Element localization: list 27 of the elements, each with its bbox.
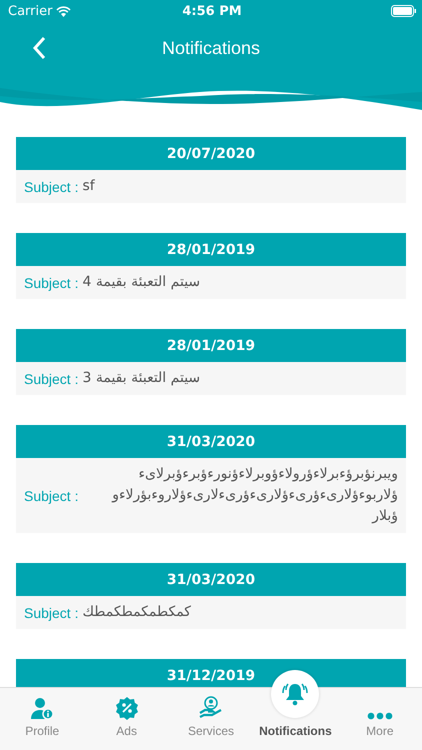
more-icon xyxy=(366,712,393,720)
notification-body[interactable]: Subject : sf xyxy=(16,170,406,203)
back-button[interactable] xyxy=(30,34,48,62)
hand-person-icon xyxy=(198,696,224,720)
percent-badge-icon xyxy=(114,696,139,720)
subject-text: سيتم التعبئة بقيمة 3 xyxy=(82,369,200,388)
subject-label: Subject : xyxy=(24,604,78,620)
date-header: 20/07/2020 xyxy=(16,137,406,170)
screen-title: Notifications xyxy=(162,38,260,58)
subject-text: ويبرنؤبرؤءبرلاءؤرولاءؤوبرلاءؤنورءؤبرءؤبرلاىء ؤلاربوءؤلارىءؤرىءؤلارىءؤرىءلارىءؤلاروءبؤرلاءو ؤبلار xyxy=(110,465,398,526)
subject-label: Subject : xyxy=(24,274,78,290)
subject-text: سيتم التعبئة بقيمة 4 xyxy=(82,273,200,292)
date-header: 31/12/2019 xyxy=(16,659,406,687)
date-header: 28/01/2019 xyxy=(16,233,406,266)
status-time: 4:56 PM xyxy=(182,4,242,18)
date-header: 31/03/2020 xyxy=(16,563,406,596)
subject-text: كمكطمكمطكمطك xyxy=(82,603,191,622)
carrier-text: Carrier xyxy=(8,4,52,18)
date-header: 28/01/2019 xyxy=(16,329,406,362)
subject-text: sf xyxy=(82,177,95,196)
date-header: 31/03/2020 xyxy=(16,425,406,458)
battery-icon xyxy=(390,5,416,17)
subject-label: Subject : xyxy=(24,488,78,504)
subject-label: Subject : xyxy=(24,178,78,194)
person-info-icon xyxy=(30,696,54,720)
subject-label: Subject : xyxy=(24,370,78,386)
wifi-icon xyxy=(56,6,72,16)
